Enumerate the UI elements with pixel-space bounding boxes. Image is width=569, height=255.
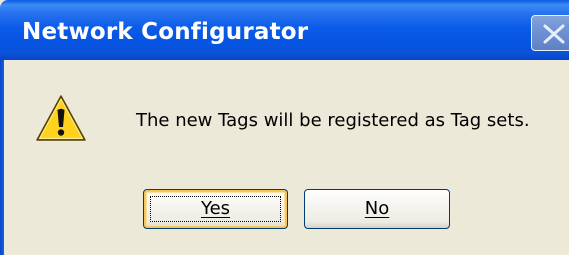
dialog-message: The new Tags will be registered as Tag s… [136, 110, 530, 131]
window-border [0, 60, 4, 255]
window-title: Network Configurator [22, 19, 309, 45]
yes-button[interactable]: Yes [143, 189, 288, 229]
title-bar[interactable]: Network Configurator [0, 0, 569, 60]
close-button[interactable] [531, 15, 569, 51]
no-button-label: No [364, 198, 390, 219]
dialog-window: Network Configurator The new Tags will b… [0, 0, 569, 255]
warning-icon [35, 93, 87, 145]
no-button[interactable]: No [304, 189, 450, 229]
yes-button-label: Yes [200, 198, 231, 219]
close-icon [543, 24, 565, 44]
